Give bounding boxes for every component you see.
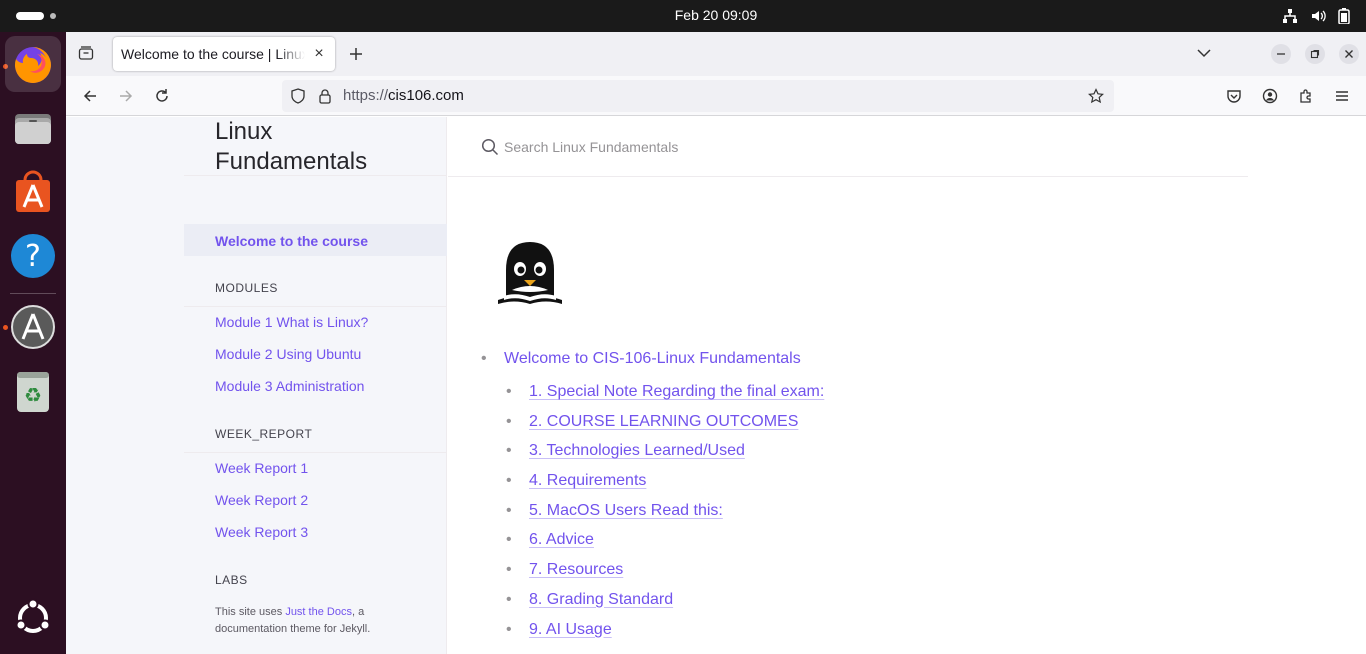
nav-module-1-link[interactable]: Module 1 What is Linux?: [215, 314, 368, 330]
web-page: Linux Fundamentals Welcome to the course…: [66, 117, 1366, 654]
bookmark-star-icon[interactable]: [1088, 88, 1104, 104]
battery-icon: [1338, 8, 1350, 24]
toc-item[interactable]: 5. MacOS Users Read this:: [506, 502, 824, 532]
tracking-protection-icon[interactable]: [290, 88, 306, 104]
restore-icon[interactable]: [1305, 44, 1325, 64]
system-tray[interactable]: [1282, 0, 1350, 32]
nav-module-3-link[interactable]: Module 3 Administration: [215, 378, 364, 394]
nav-week-report-1-link[interactable]: Week Report 1: [215, 460, 308, 476]
forward-icon[interactable]: [116, 86, 136, 106]
reload-icon[interactable]: [152, 86, 172, 106]
trash-icon[interactable]: ♻: [5, 363, 61, 419]
close-window-icon[interactable]: [1339, 44, 1359, 64]
workspace-indicator[interactable]: [50, 13, 56, 19]
tab-bar: Welcome to the course | Linux Fundamenta…: [66, 32, 1366, 76]
minimize-icon[interactable]: [1271, 44, 1291, 64]
workspace-indicator-active[interactable]: [16, 12, 44, 20]
toc-item[interactable]: 3. Technologies Learned/Used: [506, 442, 824, 472]
volume-icon: [1312, 10, 1326, 22]
navigation-toolbar: https://cis106.com: [66, 76, 1366, 116]
pocket-icon[interactable]: [1224, 86, 1244, 106]
lock-icon[interactable]: [317, 88, 333, 104]
account-icon[interactable]: [1260, 86, 1280, 106]
toc-item[interactable]: 4. Requirements: [506, 472, 824, 502]
search-input[interactable]: [504, 131, 1104, 163]
toc-title-link[interactable]: Welcome to CIS-106-Linux Fundamentals: [481, 350, 801, 368]
svg-text:?: ?: [25, 239, 41, 274]
toc-item[interactable]: 1. Special Note Regarding the final exam…: [506, 383, 824, 413]
software-updater-icon[interactable]: [5, 299, 61, 355]
dock: ? ♻: [0, 32, 66, 654]
app-center-icon[interactable]: [5, 164, 61, 220]
nav-category-week-report: WEEK_REPORT: [215, 427, 313, 441]
show-apps-icon[interactable]: [5, 590, 61, 646]
url-text: https://cis106.com: [343, 87, 464, 104]
svg-text:♻: ♻: [24, 383, 42, 407]
toc-item[interactable]: 2. COURSE LEARNING OUTCOMES: [506, 413, 824, 443]
divider: [184, 306, 447, 307]
nav-module-2-link[interactable]: Module 2 Using Ubuntu: [215, 346, 361, 362]
nav-week-report-2-link[interactable]: Week Report 2: [215, 492, 308, 508]
help-icon[interactable]: ?: [5, 228, 61, 284]
menu-icon[interactable]: [1332, 86, 1352, 106]
url-bar[interactable]: https://cis106.com: [282, 80, 1114, 112]
divider: [184, 452, 447, 453]
nav-week-report-3-link[interactable]: Week Report 3: [215, 524, 308, 540]
top-bar: Feb 20 09:09: [0, 0, 1366, 32]
penguin-logo: [496, 242, 564, 313]
dock-separator: [10, 293, 56, 294]
network-icon: [1283, 9, 1297, 23]
list-all-tabs-icon[interactable]: [1196, 45, 1212, 66]
files-icon[interactable]: [5, 100, 61, 156]
browser-window: Welcome to the course | Linux Fundamenta…: [66, 32, 1366, 654]
new-tab-icon[interactable]: [346, 44, 366, 64]
firefox-icon[interactable]: [5, 36, 61, 92]
toc-list: Welcome to CIS-106-Linux Fundamentals: [481, 350, 801, 368]
clock[interactable]: Feb 20 09:09: [675, 7, 758, 23]
toc-item[interactable]: 9. AI Usage: [506, 621, 824, 651]
nav-category-labs: LABS: [215, 573, 248, 587]
tab-active[interactable]: Welcome to the course | Linux Fundamenta…: [113, 37, 335, 71]
toc-item[interactable]: 7. Resources: [506, 561, 824, 591]
divider: [184, 175, 447, 176]
tab-title: Welcome to the course | Linux Fundamenta…: [121, 46, 305, 62]
nav-welcome-link[interactable]: Welcome to the course: [215, 233, 368, 249]
site-title[interactable]: Linux Fundamentals: [215, 117, 415, 177]
toc-sublist: 1. Special Note Regarding the final exam…: [506, 383, 824, 650]
search-bar: [448, 117, 1248, 177]
toc-item[interactable]: 6. Advice: [506, 531, 824, 561]
toc-item[interactable]: 8. Grading Standard: [506, 591, 824, 621]
sidebar-footer: This site uses Just the Docs, a document…: [215, 606, 371, 635]
extensions-icon[interactable]: [1296, 86, 1316, 106]
firefox-view-icon[interactable]: [78, 45, 94, 66]
nav-category-modules: MODULES: [215, 281, 278, 295]
search-icon: [481, 138, 499, 156]
close-tab-icon[interactable]: ×: [311, 46, 327, 62]
just-the-docs-link[interactable]: Just the Docs: [285, 606, 352, 618]
back-icon[interactable]: [80, 86, 100, 106]
